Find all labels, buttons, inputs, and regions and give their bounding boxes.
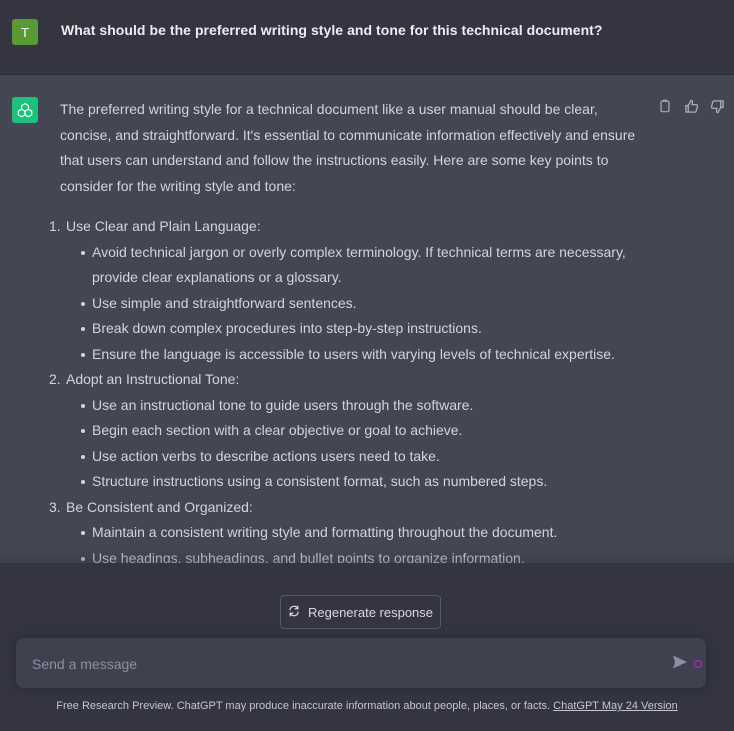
status-dot: [694, 660, 702, 668]
point-number: 1.: [49, 218, 61, 234]
bullet-item: Break down complex procedures into step-…: [81, 316, 650, 342]
message-actions: [658, 99, 726, 115]
copy-icon[interactable]: [658, 99, 674, 115]
bullet-item: Use an instructional tone to guide users…: [81, 393, 650, 419]
user-avatar: T: [12, 19, 38, 45]
bullet-item: Avoid technical jargon or overly complex…: [81, 240, 650, 291]
answer-intro: The preferred writing style for a techni…: [60, 101, 636, 194]
bullet-item: Begin each section with a clear objectiv…: [81, 418, 650, 444]
bullet-item: Use simple and straightforward sentences…: [81, 291, 650, 317]
user-message-text: What should be the preferred writing sty…: [61, 22, 603, 38]
bullet-item: Use action verbs to describe actions use…: [81, 444, 650, 470]
bullet-item: Maintain a consistent writing style and …: [81, 520, 650, 546]
footer-disclaimer: Free Research Preview. ChatGPT may produ…: [0, 700, 734, 712]
point-item: 2. Adopt an Instructional Tone: Use an ins…: [49, 367, 650, 495]
bullet-item: Ensure the language is accessible to use…: [81, 342, 650, 368]
bullet-list: Use an instructional tone to guide users…: [66, 393, 650, 495]
point-title: Be Consistent and Organized:: [66, 498, 253, 515]
point-number: 2.: [49, 371, 61, 387]
point-item: 1. Use Clear and Plain Language: Avoid tec…: [49, 214, 650, 368]
regenerate-label: Regenerate response: [307, 604, 434, 620]
regenerate-button[interactable]: Regenerate response: [280, 595, 441, 629]
bullet-item: Structure instructions using a consisten…: [81, 469, 650, 495]
point-number: 3.: [49, 498, 61, 515]
point-title: Use Clear and Plain Language:: [66, 218, 261, 234]
user-message-row: T What should be the preferred writing s…: [0, 0, 734, 75]
disclaimer-text: Free Research Preview. ChatGPT may produ…: [56, 700, 554, 712]
version-link[interactable]: ChatGPT May 24 Version: [553, 700, 678, 712]
refresh-icon: [288, 605, 300, 620]
message-composer: [16, 638, 706, 688]
chatgpt-logo-icon: [12, 97, 38, 123]
message-input[interactable]: [30, 652, 654, 676]
send-icon[interactable]: [672, 654, 690, 672]
thumbs-up-icon[interactable]: [684, 99, 700, 115]
bullet-list: Avoid technical jargon or overly complex…: [66, 240, 650, 368]
thumbs-down-icon[interactable]: [710, 99, 726, 115]
point-title: Adopt an Instructional Tone:: [66, 371, 240, 387]
